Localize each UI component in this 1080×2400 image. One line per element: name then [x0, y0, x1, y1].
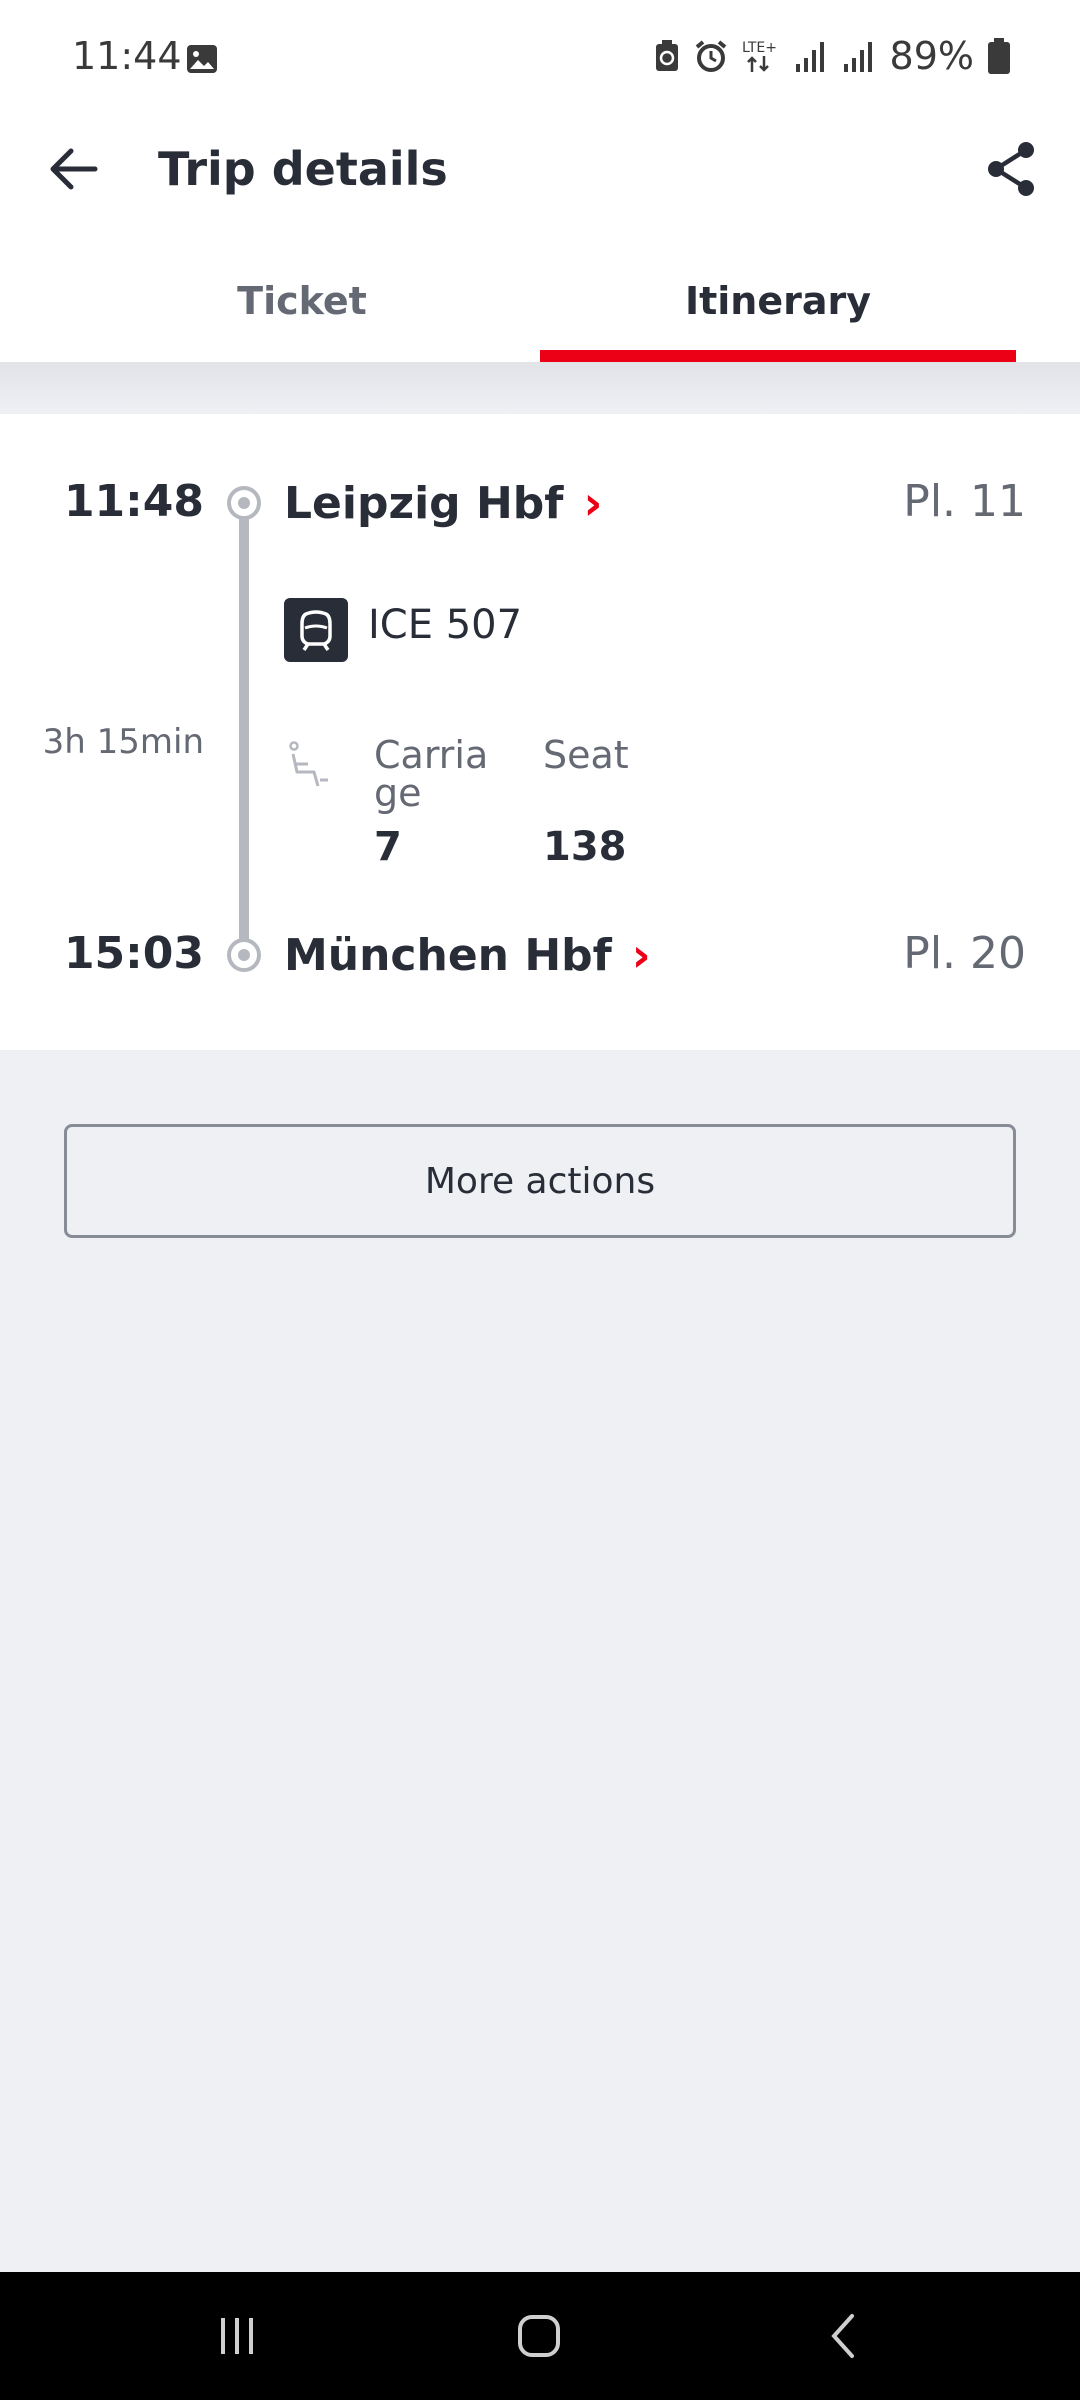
share-icon — [988, 142, 1034, 196]
battery-icon — [988, 38, 1010, 74]
chevron-right-icon: › — [631, 928, 651, 982]
lte-label: LTE+ — [742, 40, 777, 56]
battery-percent: 89% — [889, 34, 974, 78]
system-nav-bar — [0, 2272, 1080, 2400]
share-button[interactable] — [972, 130, 1050, 208]
seat-icon — [289, 741, 328, 787]
status-time: 11:44 — [72, 34, 182, 78]
departure-platform: Pl. 11 — [903, 476, 1026, 527]
back-chevron-icon — [831, 2314, 854, 2358]
tab-ticket[interactable]: Ticket — [64, 240, 540, 362]
itinerary-card: 11:48 Leipzig Hbf › Pl. 11 ICE 507 3h 15… — [0, 414, 1080, 1050]
back-button[interactable] — [34, 130, 112, 208]
chevron-right-icon: › — [583, 476, 603, 530]
seat-label: Seat — [543, 733, 629, 777]
arrival-station-link[interactable]: München Hbf › — [284, 928, 651, 982]
lte-icon: LTE+ — [742, 40, 777, 72]
arrow-left-icon — [50, 148, 98, 190]
status-bar: 11:44 LTE+ 89% — [0, 0, 1080, 120]
app-bar: Trip details — [0, 120, 1080, 240]
arrival-platform: Pl. 20 — [903, 928, 1026, 979]
more-actions-button[interactable]: More actions — [64, 1124, 1016, 1238]
departure-time: 11:48 — [63, 476, 204, 527]
train-name: ICE 507 — [368, 602, 523, 648]
recent-apps-button[interactable] — [192, 2296, 282, 2376]
carriage-label: Carriage — [374, 733, 489, 815]
image-icon — [187, 45, 217, 73]
tab-bar: Ticket Itinerary — [0, 240, 1080, 362]
arrival-stop-dot — [227, 938, 261, 972]
home-button[interactable] — [494, 2296, 584, 2376]
carriage-value: 7 — [374, 824, 402, 870]
arrival-station-name: München Hbf — [284, 929, 612, 981]
timeline-line — [239, 506, 249, 948]
alarm-icon — [695, 40, 726, 72]
departure-station-name: Leipzig Hbf — [284, 477, 564, 529]
carriage-info: Carriage 7 — [374, 736, 494, 870]
recent-apps-icon — [221, 2318, 253, 2354]
home-icon — [518, 2315, 560, 2357]
train-icon — [284, 598, 348, 662]
arrival-time: 15:03 — [63, 928, 204, 979]
battery-saver-icon — [655, 40, 678, 71]
departure-stop-dot — [227, 486, 261, 520]
signal-icon — [843, 42, 872, 72]
seat-info: Seat 138 — [543, 736, 663, 870]
trip-duration: 3h 15min — [42, 722, 204, 762]
active-tab-indicator — [540, 350, 1016, 362]
page-title: Trip details — [158, 142, 448, 196]
tab-bar-shadow — [0, 362, 1080, 414]
signal-icon — [795, 42, 824, 72]
back-nav-button[interactable] — [798, 2296, 888, 2376]
tab-itinerary[interactable]: Itinerary — [540, 240, 1016, 362]
seat-value: 138 — [543, 824, 627, 870]
departure-station-link[interactable]: Leipzig Hbf › — [284, 476, 602, 530]
